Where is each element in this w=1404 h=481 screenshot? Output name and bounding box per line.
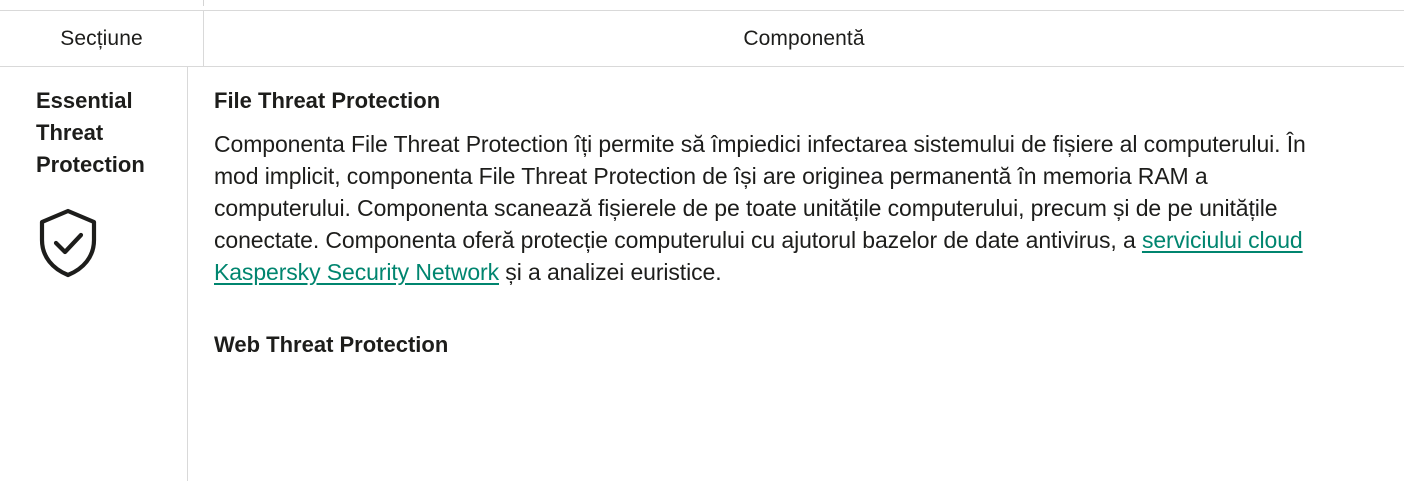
page: Secțiune Componentă Essential Threat Pro… [0,0,1404,481]
table-header-row: Secțiune Componentă [0,11,1404,67]
section-cell: Essential Threat Protection [0,67,188,481]
header-component: Componentă [743,26,865,50]
component-title-web-threat-protection: Web Threat Protection [214,332,449,357]
table-row: Essential Threat Protection File Threat … [0,67,1404,481]
component-cell: File Threat Protection Componenta File T… [188,67,1404,481]
component-title-file-threat-protection: File Threat Protection [214,88,441,113]
section-title: Essential Threat Protection [36,88,145,177]
header-section: Secțiune [0,11,204,66]
components-table: Secțiune Componentă Essential Threat Pro… [0,10,1404,481]
previous-row-edge [203,0,204,6]
shield-check-icon [36,207,100,279]
description-text-end: și a analizei euristice. [499,259,722,285]
component-description-file-threat-protection: Componenta File Threat Protection îți pe… [214,128,1344,288]
